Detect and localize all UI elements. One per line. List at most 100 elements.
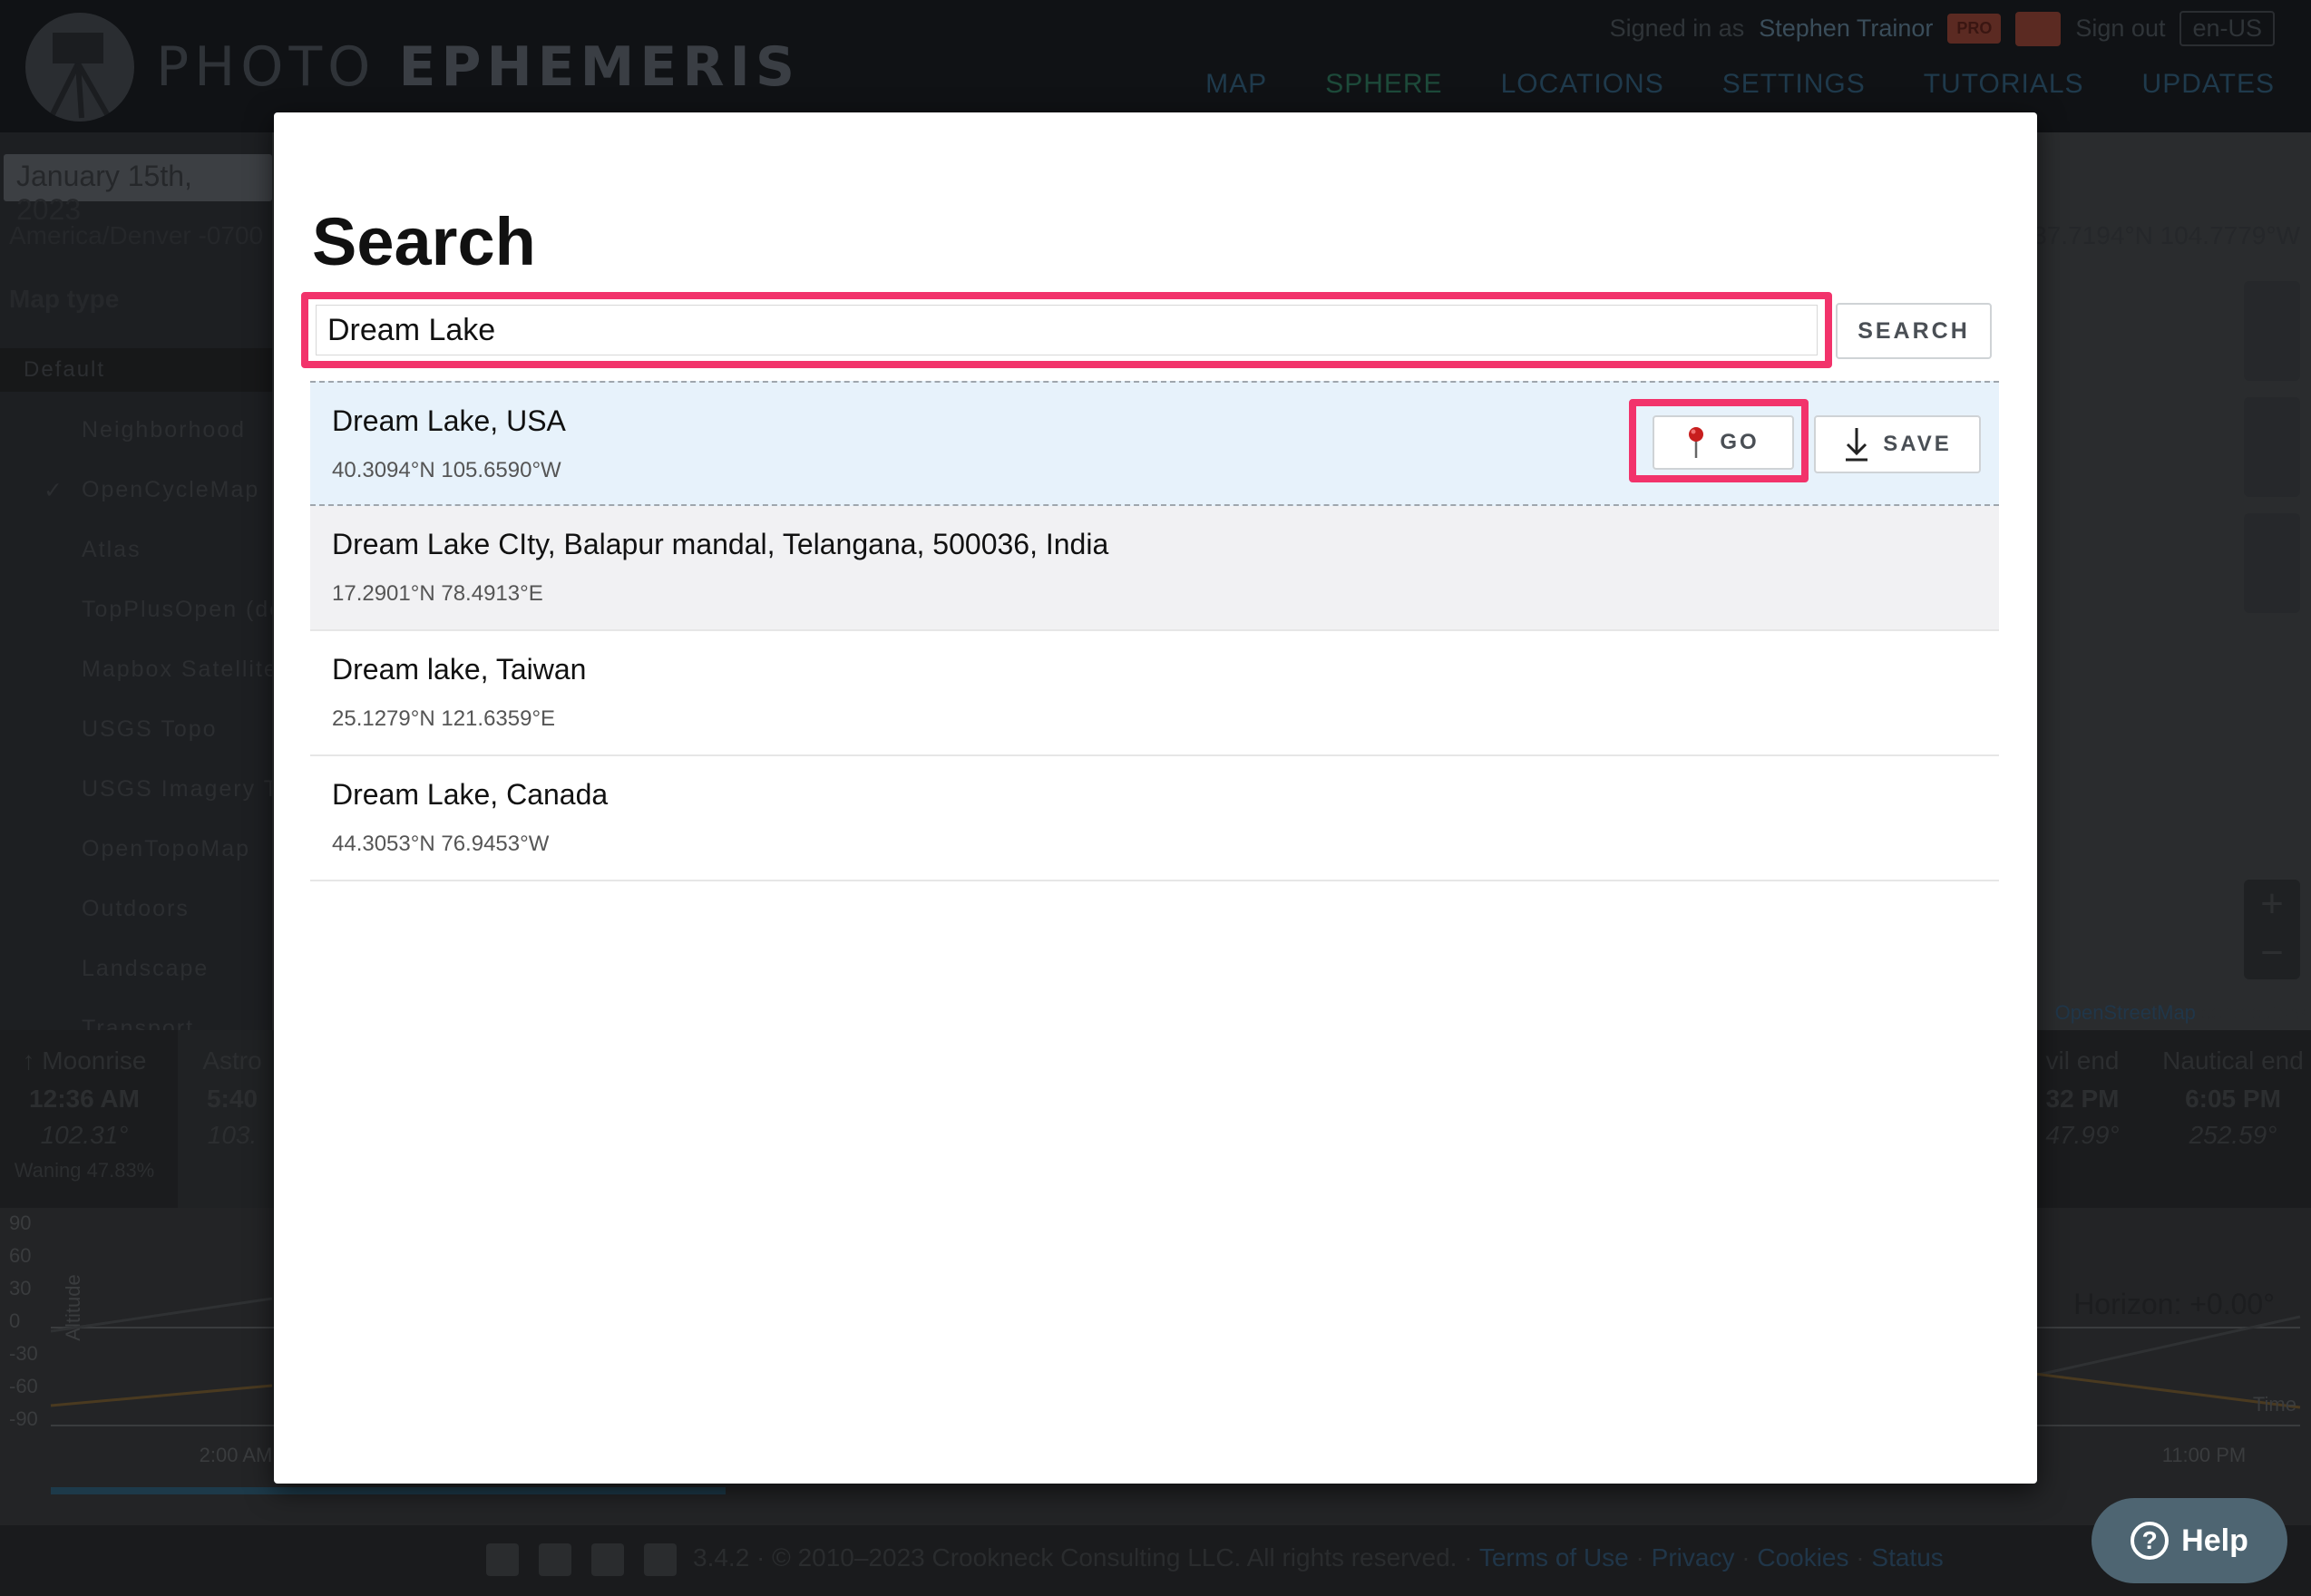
help-button[interactable]: ? Help bbox=[2092, 1498, 2287, 1583]
search-results: Dream Lake, USA 40.3094°N 105.6590°W GO … bbox=[310, 381, 1999, 881]
map-layer-item[interactable]: Atlas bbox=[82, 537, 141, 563]
tripod-logo-icon bbox=[25, 13, 134, 122]
terms-link[interactable]: Terms of Use bbox=[1479, 1543, 1629, 1572]
map-layer-item[interactable]: USGS Topo bbox=[82, 716, 218, 743]
logo-text: PHOTO EPHEMERIS bbox=[156, 35, 801, 99]
logo[interactable]: PHOTO EPHEMERIS bbox=[25, 13, 800, 122]
event-label: ↑ Moonrise bbox=[22, 1046, 147, 1075]
download-icon bbox=[1846, 428, 1868, 462]
signed-in-label: Signed in as bbox=[1609, 15, 1745, 42]
twitter-icon[interactable] bbox=[486, 1543, 519, 1576]
event-label: Astro bbox=[202, 1046, 262, 1075]
save-button[interactable]: SAVE bbox=[1814, 415, 1981, 473]
pin-icon[interactable] bbox=[2244, 513, 2300, 613]
event-civil-end[interactable]: vil end 32 PM 47.99° bbox=[2037, 1030, 2128, 1208]
event-label: Nautical end bbox=[2162, 1046, 2304, 1075]
openstreetmap-link[interactable]: OpenStreetMap bbox=[2055, 1001, 2196, 1024]
map-layer-item[interactable]: Landscape bbox=[82, 956, 209, 982]
result-item[interactable]: Dream lake, Taiwan 25.1279°N 121.6359°E bbox=[310, 631, 1999, 756]
nav-tutorials[interactable]: TUTORIALS bbox=[1924, 69, 2084, 100]
nav-updates[interactable]: UPDATES bbox=[2142, 69, 2275, 100]
privacy-link[interactable]: Privacy bbox=[1652, 1543, 1735, 1572]
timezone-label: America/Denver -0700 bbox=[9, 221, 264, 249]
nav-locations[interactable]: LOCATIONS bbox=[1501, 69, 1664, 100]
map-layer-item[interactable]: Mapbox Satellite bbox=[82, 657, 278, 683]
chart-ytick: 60 bbox=[9, 1244, 31, 1267]
modal-title: Search bbox=[312, 204, 536, 279]
question-icon: ? bbox=[2131, 1522, 2170, 1560]
status-link[interactable]: Status bbox=[1871, 1543, 1943, 1572]
footer-copyright: 3.4.2 · © 2010–2023 Crookneck Consulting… bbox=[693, 1543, 1473, 1572]
date-picker[interactable]: January 15th, 2023 bbox=[4, 154, 272, 226]
go-label: GO bbox=[1720, 430, 1760, 454]
social-links bbox=[486, 1543, 677, 1576]
cloud-sync-icon[interactable] bbox=[2015, 11, 2062, 46]
go-button[interactable]: GO bbox=[1653, 415, 1794, 470]
nav-sphere[interactable]: SPHERE bbox=[1325, 69, 1442, 100]
event-astro[interactable]: Astro 5:40 103. bbox=[178, 1030, 287, 1208]
map-layer-item[interactable]: USGS Imagery To bbox=[82, 776, 291, 803]
footer-text: 3.4.2 · © 2010–2023 Crookneck Consulting… bbox=[693, 1543, 1944, 1572]
map-tools bbox=[2244, 281, 2300, 613]
search-button[interactable]: SEARCH bbox=[1836, 303, 1992, 359]
event-azimuth: 47.99° bbox=[2045, 1121, 2120, 1149]
event-time: 12:36 AM bbox=[29, 1085, 140, 1113]
result-name: Dream Lake, Canada bbox=[332, 778, 609, 811]
result-name: Dream lake, Taiwan bbox=[332, 653, 587, 686]
user-name-link[interactable]: Stephen Trainor bbox=[1759, 15, 1933, 43]
fullscreen-icon[interactable] bbox=[2244, 281, 2300, 381]
map-layer-item[interactable]: TopPlusOpen (de bbox=[82, 597, 284, 623]
event-moonrise[interactable]: ↑ Moonrise 12:36 AM 102.31° Waning 47.83… bbox=[0, 1030, 169, 1208]
event-phase: Waning 47.83% bbox=[14, 1159, 155, 1182]
checkmark-icon: ✓ bbox=[44, 478, 64, 503]
map-pin-icon bbox=[1689, 427, 1704, 458]
zoom-out-button[interactable]: − bbox=[2244, 929, 2300, 978]
help-label: Help bbox=[2181, 1523, 2248, 1558]
chart-xlabel: Time bbox=[2253, 1393, 2296, 1416]
chart-ytick: -60 bbox=[9, 1375, 38, 1397]
main-nav: MAP SPHERE LOCATIONS SETTINGS TUTORIALS … bbox=[1205, 69, 2275, 100]
event-time: 32 PM bbox=[2045, 1085, 2120, 1113]
map-type-heading: Map type bbox=[9, 285, 120, 313]
footer: 3.4.2 · © 2010–2023 Crookneck Consulting… bbox=[0, 1525, 2311, 1596]
result-coords: 17.2901°N 78.4913°E bbox=[332, 581, 543, 606]
coordinates-readout: 37.7194°N 104.7779°W bbox=[2033, 221, 2300, 249]
nav-settings[interactable]: SETTINGS bbox=[1722, 69, 1866, 100]
zoom-control: + − bbox=[2244, 880, 2300, 979]
result-item[interactable]: Dream Lake, USA 40.3094°N 105.6590°W GO … bbox=[310, 381, 1999, 506]
language-select[interactable]: en-US bbox=[2179, 11, 2275, 46]
chart-x-start: 2:00 AM bbox=[200, 1444, 273, 1466]
facebook-icon[interactable] bbox=[539, 1543, 571, 1576]
chart-ytick: 90 bbox=[9, 1212, 31, 1234]
map-attribution: OpenStreetMap contributors bbox=[2055, 1001, 2306, 1025]
map-layer-item[interactable]: OpenCycleMap ✓ bbox=[44, 477, 259, 503]
map-layer-item[interactable]: OpenTopoMap bbox=[82, 836, 250, 862]
search-input[interactable] bbox=[316, 305, 1818, 355]
nav-map[interactable]: MAP bbox=[1205, 69, 1267, 100]
event-time: 5:40 bbox=[206, 1085, 258, 1113]
chart-ytick: -30 bbox=[9, 1342, 38, 1365]
cookies-link[interactable]: Cookies bbox=[1757, 1543, 1848, 1572]
horizon-readout: Horizon: +0.00° bbox=[2073, 1288, 2275, 1320]
result-name: Dream Lake CIty, Balapur mandal, Telanga… bbox=[332, 528, 1109, 560]
result-item[interactable]: Dream Lake CIty, Balapur mandal, Telanga… bbox=[310, 506, 1999, 631]
chart-x-end: 11:00 PM bbox=[2162, 1444, 2247, 1466]
search-input-highlight bbox=[301, 292, 1832, 368]
result-item[interactable]: Dream Lake, Canada 44.3053°N 76.9453°W bbox=[310, 756, 1999, 881]
event-azimuth: 102.31° bbox=[40, 1121, 129, 1149]
map-layer-item[interactable]: Outdoors bbox=[82, 896, 190, 922]
event-label: vil end bbox=[2045, 1046, 2120, 1075]
event-azimuth: 252.59° bbox=[2189, 1121, 2277, 1149]
search-modal: Search SEARCH Dream Lake, USA 40.3094°N … bbox=[274, 112, 2037, 1484]
event-azimuth: 103. bbox=[207, 1121, 258, 1149]
event-nautical-end[interactable]: Nautical end 6:05 PM 252.59° bbox=[2155, 1030, 2311, 1208]
attribution-suffix: contributors bbox=[2201, 1001, 2306, 1024]
account-bar: Signed in as Stephen Trainor PRO Sign ou… bbox=[1610, 11, 2275, 46]
sign-out-link[interactable]: Sign out bbox=[2075, 15, 2165, 43]
instagram-icon[interactable] bbox=[591, 1543, 624, 1576]
map-layer-item[interactable]: Neighborhood bbox=[82, 417, 246, 443]
pro-badge: PRO bbox=[1947, 14, 2002, 44]
zoom-in-button[interactable]: + bbox=[2244, 880, 2300, 929]
vimeo-icon[interactable] bbox=[644, 1543, 677, 1576]
locate-icon[interactable] bbox=[2244, 397, 2300, 497]
